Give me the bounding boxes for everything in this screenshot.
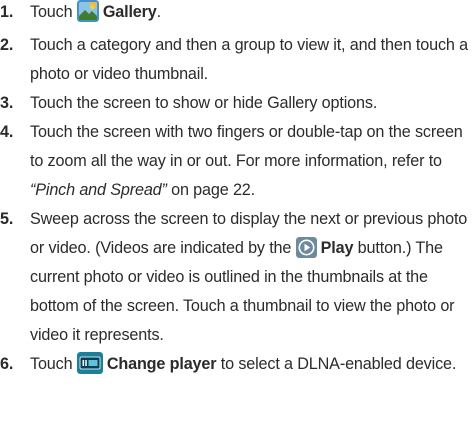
step-number: 1. — [0, 3, 14, 21]
step-number: 6. — [0, 355, 14, 373]
step-2: 2. Touch a category and then a group to … — [0, 31, 473, 89]
step-number: 5. — [0, 210, 14, 228]
step-6: 6. Touch Change player to select a DLNA-… — [0, 350, 473, 379]
step-text: Touch the screen with two fingers or dou… — [30, 123, 463, 199]
step-number: 2. — [0, 36, 14, 54]
step-text-post: . — [156, 3, 162, 21]
instruction-steps: 1. Touch Gallery. 2. Touch a category an… — [0, 0, 473, 379]
change-player-icon — [76, 352, 103, 374]
step-number: 4. — [0, 123, 14, 141]
play-icon — [295, 237, 317, 258]
step-text-pre: Touch the screen with two fingers or dou… — [30, 123, 463, 170]
step-4: 4. Touch the screen with two fingers or … — [0, 118, 473, 205]
step-5: 5. Sweep across the screen to display th… — [0, 205, 473, 350]
step-text-pre: Touch — [30, 3, 73, 21]
step-text: Touch Change player to select a DLNA-ena… — [30, 352, 457, 374]
step-text-post: on page 22. — [166, 181, 255, 199]
step-text: Touch a category and then a group to vie… — [30, 36, 468, 83]
step-text-bold: Change player — [106, 355, 217, 373]
step-1: 1. Touch Gallery. — [0, 0, 473, 27]
step-text-pre: Touch — [30, 355, 73, 373]
step-text-bold: Gallery — [102, 3, 157, 21]
step-number: 3. — [0, 94, 14, 112]
step-text: Sweep across the screen to display the n… — [30, 210, 467, 344]
step-text: Touch Gallery. — [30, 0, 162, 22]
step-3: 3. Touch the screen to show or hide Gall… — [0, 89, 473, 118]
gallery-icon — [76, 0, 99, 22]
step-text-post: to select a DLNA-enabled device. — [216, 355, 457, 373]
cross-reference-link-text: “Pinch and Spread” — [30, 181, 167, 199]
step-text-bold: Play — [320, 239, 354, 257]
step-text: Touch the screen to show or hide Gallery… — [30, 94, 378, 112]
